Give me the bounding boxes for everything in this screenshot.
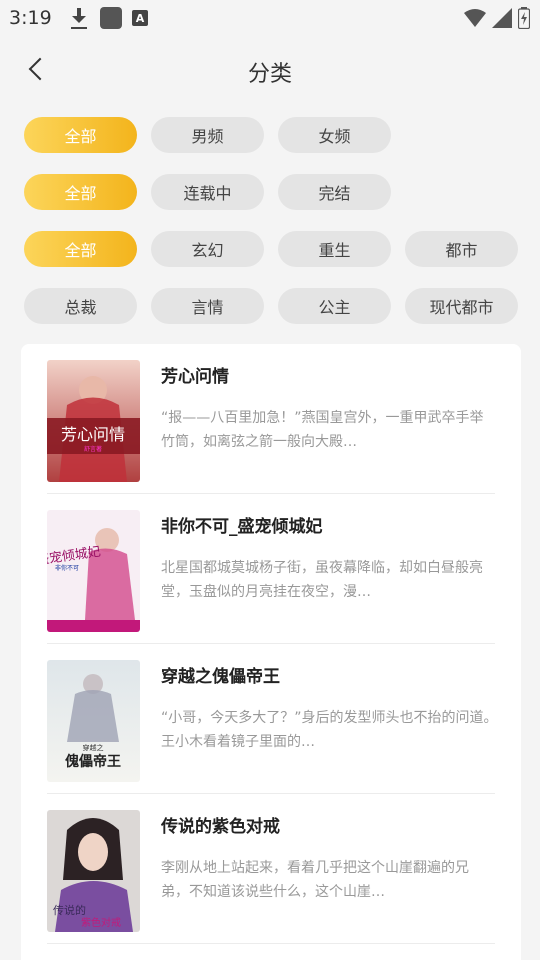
book-description: 北星国都城莫城杨子街，虽夜幕降临，却如白昼般亮堂，玉盘似的月亮挂在夜空，漫… bbox=[161, 560, 483, 600]
svg-text:非你不可: 非你不可 bbox=[55, 564, 79, 572]
book-cover: 传说的 紫色对戒 bbox=[47, 810, 140, 932]
status-time: 3:19 bbox=[9, 7, 52, 29]
wifi-icon bbox=[464, 9, 486, 27]
svg-text:穿越之: 穿越之 bbox=[83, 743, 104, 752]
book-description: 李刚从地上站起来，看着几乎把这个山崖翻遍的兄弟，不知道该说些什么，这个山崖… bbox=[161, 860, 469, 900]
genre-filter-row-2: 总裁 言情 公主 现代都市 bbox=[24, 288, 518, 324]
genre-filter-row-1: 全部 玄幻 重生 都市 bbox=[24, 231, 518, 267]
filter-genre-xuanhuan[interactable]: 玄幻 bbox=[151, 231, 264, 267]
filter-status-ongoing[interactable]: 连载中 bbox=[151, 174, 264, 210]
book-cover: 穿越之 傀儡帝王 bbox=[47, 660, 140, 782]
book-title: 传说的紫色对戒 bbox=[161, 817, 280, 837]
filter-genre-rebirth[interactable]: 重生 bbox=[278, 231, 391, 267]
filter-status-all[interactable]: 全部 bbox=[24, 174, 137, 210]
svg-text:傀儡帝王: 傀儡帝王 bbox=[65, 753, 121, 770]
book-description: “报——八百里加急！”燕国皇宫外，一重甲武卒手举竹筒，如离弦之箭一般向大殿… bbox=[161, 410, 484, 450]
book-description: “小哥，今天多大了？”身后的发型师头也不抬的问道。 王小木看着镜子里面的… bbox=[161, 710, 495, 750]
filter-genre-ceo[interactable]: 总裁 bbox=[24, 288, 137, 324]
page-title: 分类 bbox=[247, 62, 292, 87]
svg-text:传说的: 传说的 bbox=[53, 903, 86, 917]
filter-genre-all[interactable]: 全部 bbox=[24, 231, 137, 267]
book-title: 穿越之傀儡帝王 bbox=[161, 667, 280, 687]
svg-text:芳心问情: 芳心问情 bbox=[61, 425, 125, 444]
book-title: 芳心问情 bbox=[161, 367, 229, 387]
book-cover: 盛宠倾城妃 非你不可 bbox=[47, 510, 140, 632]
book-title: 非你不可_盛宠倾城妃 bbox=[161, 517, 323, 537]
svg-text:舒言著: 舒言著 bbox=[84, 445, 102, 453]
book-cover: 芳心问情 舒言著 bbox=[47, 360, 140, 482]
app-notification-icon bbox=[100, 7, 122, 29]
book-item[interactable]: 盛宠倾城妃 非你不可 非你不可_盛宠倾城妃 北星国都城莫城杨子街，虽夜幕降临，却… bbox=[47, 494, 495, 644]
filter-genre-romance[interactable]: 言情 bbox=[151, 288, 264, 324]
battery-icon bbox=[518, 7, 530, 29]
filter-gender-female[interactable]: 女频 bbox=[278, 117, 391, 153]
signal-icon bbox=[492, 8, 512, 28]
book-list: 芳心问情 舒言著 芳心问情 “报——八百里加急！”燕国皇宫外，一重甲武卒手举竹筒… bbox=[21, 344, 521, 960]
filter-genre-princess[interactable]: 公主 bbox=[278, 288, 391, 324]
filter-gender-all[interactable]: 全部 bbox=[24, 117, 137, 153]
download-icon bbox=[68, 7, 90, 29]
svg-text:紫色对戒: 紫色对戒 bbox=[81, 916, 121, 929]
filter-gender-male[interactable]: 男频 bbox=[151, 117, 264, 153]
book-item[interactable]: 芳心问情 舒言著 芳心问情 “报——八百里加急！”燕国皇宫外，一重甲武卒手举竹筒… bbox=[47, 344, 495, 494]
book-item[interactable]: 传说的 紫色对戒 传说的紫色对戒 李刚从地上站起来，看着几乎把这个山崖翻遍的兄弟… bbox=[47, 794, 495, 944]
filter-status-finished[interactable]: 完结 bbox=[278, 174, 391, 210]
gender-filter-row: 全部 男频 女频 bbox=[24, 117, 391, 153]
book-item[interactable]: 穿越之 傀儡帝王 穿越之傀儡帝王 “小哥，今天多大了？”身后的发型师头也不抬的问… bbox=[47, 644, 495, 794]
font-icon: A bbox=[132, 10, 148, 26]
filter-genre-modern-urban[interactable]: 现代都市 bbox=[405, 288, 518, 324]
status-filter-row: 全部 连载中 完结 bbox=[24, 174, 391, 210]
filter-genre-urban[interactable]: 都市 bbox=[405, 231, 518, 267]
header: 分类 bbox=[0, 36, 540, 106]
status-bar: 3:19 A bbox=[0, 0, 540, 36]
